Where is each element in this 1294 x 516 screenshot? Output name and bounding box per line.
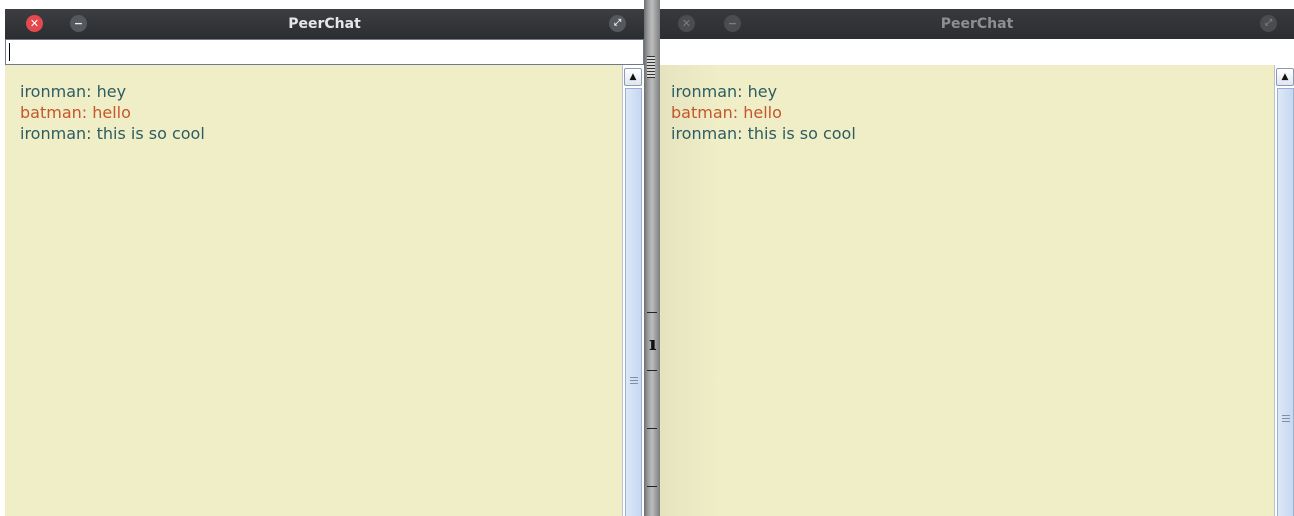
message-list: ironman: hey batman: hello ironman: this… <box>20 81 205 144</box>
message-input-container <box>5 39 644 65</box>
title-bar[interactable]: ✕ − PeerChat ⤢ <box>660 9 1294 39</box>
vertical-scrollbar[interactable]: ▲ <box>622 65 644 516</box>
peerchat-window-right: ✕ − PeerChat ⤢ ironman: hey batman: hell… <box>660 9 1294 516</box>
window-title: PeerChat <box>940 16 1014 32</box>
scrollbar-thumb[interactable] <box>1277 88 1294 516</box>
text-caret <box>9 43 10 61</box>
maximize-icon[interactable]: ⤢ <box>1260 15 1277 32</box>
chat-message: ironman: this is so cool <box>671 124 856 143</box>
message-input[interactable] <box>660 39 1294 65</box>
window-title: PeerChat <box>288 16 361 32</box>
background-glyph: ı <box>649 331 657 355</box>
message-input-container <box>660 39 1294 65</box>
divider <box>647 312 657 313</box>
message-input[interactable] <box>6 40 643 64</box>
maximize-icon[interactable]: ⤢ <box>609 15 626 32</box>
divider <box>647 428 657 429</box>
arrow-up-icon[interactable]: ▲ <box>624 68 642 86</box>
chat-message: ironman: hey <box>20 82 127 101</box>
chat-message: ironman: this is so cool <box>20 124 205 143</box>
window-edge-handle <box>647 56 655 78</box>
chat-message: batman: hello <box>20 103 131 122</box>
chat-message: ironman: hey <box>671 82 778 101</box>
scrollbar-thumb[interactable] <box>625 88 642 516</box>
desktop-background-strip: ı <box>644 0 660 516</box>
arrow-up-icon[interactable]: ▲ <box>1276 68 1294 86</box>
divider <box>647 370 657 371</box>
peerchat-window-left: ✕ − PeerChat ⤢ ironman: hey batman: hell… <box>5 9 644 516</box>
grip-icon <box>630 377 638 378</box>
grip-icon <box>1282 415 1290 416</box>
chat-log[interactable]: ironman: hey batman: hello ironman: this… <box>5 65 622 516</box>
chat-log[interactable]: ironman: hey batman: hello ironman: this… <box>660 65 1274 516</box>
divider <box>647 486 657 487</box>
vertical-scrollbar[interactable]: ▲ <box>1274 65 1294 516</box>
chat-message: batman: hello <box>671 103 782 122</box>
title-bar[interactable]: ✕ − PeerChat ⤢ <box>5 9 644 39</box>
message-list: ironman: hey batman: hello ironman: this… <box>671 81 856 144</box>
